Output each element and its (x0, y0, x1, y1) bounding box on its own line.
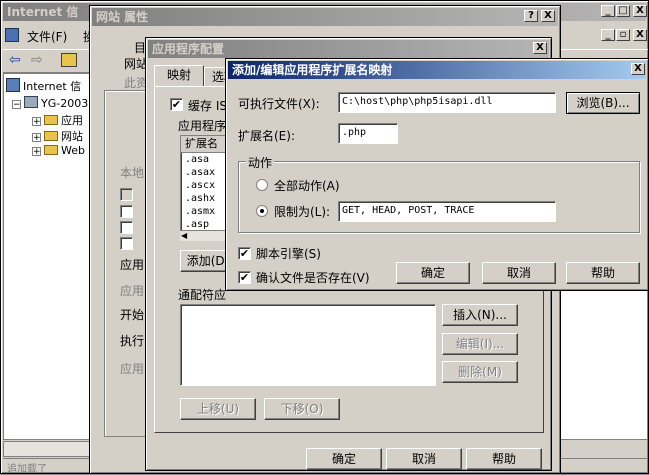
mmc-inner-minimize-button[interactable]: _ (601, 29, 615, 41)
site-properties-title-bar: 网站 属性 (92, 8, 558, 26)
tree-item-server[interactable]: − YG-2003 (12, 96, 88, 110)
wildcard-maps-label: 通配符应 (178, 288, 227, 302)
tab-mappings[interactable]: 映射 (154, 65, 204, 87)
app-config-title-bar: 应用程序配置 (148, 40, 549, 58)
app-label-disabled: 应用 (120, 284, 145, 298)
extensions-column-header[interactable]: 扩展名 (181, 136, 225, 153)
checkbox-2[interactable] (120, 205, 133, 218)
limit-verbs-label: 限制为(L): (274, 205, 331, 219)
list-item[interactable]: .ashx (185, 193, 215, 204)
app-config-ok-button[interactable]: 确定 (306, 448, 382, 470)
limit-verbs-input[interactable]: GET, HEAD, POST, TRACE (338, 201, 556, 222)
exec-perm-label: 执行 (120, 334, 145, 348)
wildcard-maps-list[interactable] (180, 304, 436, 386)
executable-input[interactable]: C:\host\php\php5isapi.dll (338, 92, 556, 113)
mmc-maximize-button[interactable]: □ (616, 5, 630, 17)
site-properties-help-button[interactable]: ? (524, 10, 538, 22)
ext-help-button[interactable]: 帮助 (566, 262, 640, 284)
all-verbs-radio[interactable] (256, 179, 268, 191)
mmc-minimize-button[interactable]: _ (601, 5, 615, 17)
app-mappings-group-title: 应用程序 (178, 119, 227, 133)
browse-button[interactable]: 浏览(B)... (566, 92, 640, 114)
ext-cancel-button[interactable]: 取消 (482, 262, 556, 284)
executable-label: 可执行文件(X): (238, 97, 320, 111)
app-config-title: 应用程序配置 (152, 42, 225, 56)
app-config-help-button[interactable]: 帮助 (466, 448, 542, 470)
start-point-label: 开始 (120, 308, 145, 322)
list-item[interactable]: .asp (185, 219, 209, 230)
forward-arrow-icon[interactable]: ⇨ (31, 52, 43, 68)
menu-file[interactable]: 文件(F) (27, 28, 67, 45)
mmc-status-text: 追加载了 (7, 464, 47, 475)
tree-expand-icon[interactable]: + (32, 147, 41, 157)
tree-item-websites[interactable]: + 网站 (32, 128, 83, 144)
list-item[interactable]: .asa (185, 154, 209, 165)
verify-file-checkbox[interactable]: ✔ (238, 271, 251, 284)
checkbox-3[interactable] (120, 221, 133, 234)
verbs-group-title: 动作 (246, 154, 275, 171)
ext-mapping-dialog: 添加/编辑应用程序扩展名映射 X 可执行文件(X): C:\host\php\p… (225, 58, 649, 291)
extension-input[interactable]: .php (338, 123, 398, 144)
ext-mapping-title-bar: 添加/编辑应用程序扩展名映射 (228, 61, 646, 79)
verify-file-label: 确认文件是否存在(V) (256, 271, 370, 285)
iis-icon (6, 78, 20, 92)
folder-icon (44, 115, 58, 125)
tree-expand-icon[interactable]: + (32, 133, 41, 143)
tree-expand-icon[interactable]: + (32, 117, 41, 127)
local-path-section: 本地 (120, 166, 145, 180)
mmc-inner-close-button[interactable]: X (633, 29, 647, 41)
folder-icon (44, 131, 58, 141)
checkbox-1[interactable] (120, 188, 133, 201)
edit-wildcard-button[interactable]: 编辑(I)... (442, 333, 518, 355)
ext-ok-button[interactable]: 确定 (396, 262, 470, 284)
app-config-close-button[interactable]: X (533, 42, 547, 54)
cache-isapi-checkbox[interactable]: ✔ (170, 98, 183, 111)
mmc-app-icon (5, 28, 19, 42)
insert-wildcard-button[interactable]: 插入(N)... (442, 304, 518, 326)
extensions-list[interactable]: 扩展名 .asa .asax .ascx .ashx .asmx .asp (180, 135, 226, 240)
cache-isapi-label: 缓存 IS (188, 99, 227, 113)
checkbox-4[interactable] (120, 237, 133, 250)
list-item[interactable]: .asmx (185, 206, 215, 217)
tree-item-apppools[interactable]: + 应用 (32, 112, 83, 128)
delete-wildcard-button[interactable]: 删除(M) (442, 361, 518, 383)
tree-collapse-icon[interactable]: − (12, 100, 21, 110)
site-properties-title: 网站 属性 (96, 10, 149, 24)
app-name-label: 应用 (120, 258, 145, 272)
all-verbs-label: 全部动作(A) (274, 179, 340, 193)
extension-label: 扩展名(E): (238, 129, 295, 143)
mmc-tree-pane: Internet 信 − YG-2003 + 应用 + 网站 + Web . (3, 73, 100, 440)
verbs-group (238, 161, 640, 233)
back-arrow-icon[interactable]: ⇦ (9, 52, 21, 68)
scroll-left-icon[interactable]: ◀ (181, 231, 187, 240)
list-item[interactable]: .asax (185, 167, 215, 178)
ext-mapping-title: 添加/编辑应用程序扩展名映射 (232, 63, 393, 77)
site-properties-close-button[interactable]: X (541, 10, 555, 22)
mmc-inner-restore-button[interactable]: ▫ (616, 29, 630, 41)
mmc-title: Internet 信 (7, 5, 79, 19)
extensions-list-scrollbar[interactable]: ◀ (180, 230, 226, 241)
ext-mapping-close-button[interactable]: X (631, 63, 645, 75)
script-engine-checkbox[interactable]: ✔ (238, 247, 251, 260)
tree-item-webext[interactable]: + Web . (32, 144, 92, 157)
mmc-close-button[interactable]: X (633, 5, 647, 17)
app-pool-label: 应用 (120, 362, 145, 376)
up-folder-icon[interactable] (61, 53, 77, 67)
app-config-cancel-button[interactable]: 取消 (386, 448, 462, 470)
mmc-horizontal-scrollbar[interactable] (3, 441, 100, 457)
list-item[interactable]: .ascx (185, 180, 215, 191)
limit-verbs-radio[interactable] (256, 205, 268, 217)
tree-item-internet[interactable]: Internet 信 (6, 78, 81, 94)
move-up-button[interactable]: 上移(U) (180, 398, 256, 420)
folder-icon (44, 145, 58, 155)
move-down-button[interactable]: 下移(O) (264, 398, 340, 420)
computer-icon (24, 96, 38, 108)
script-engine-label: 脚本引擎(S) (256, 247, 321, 261)
